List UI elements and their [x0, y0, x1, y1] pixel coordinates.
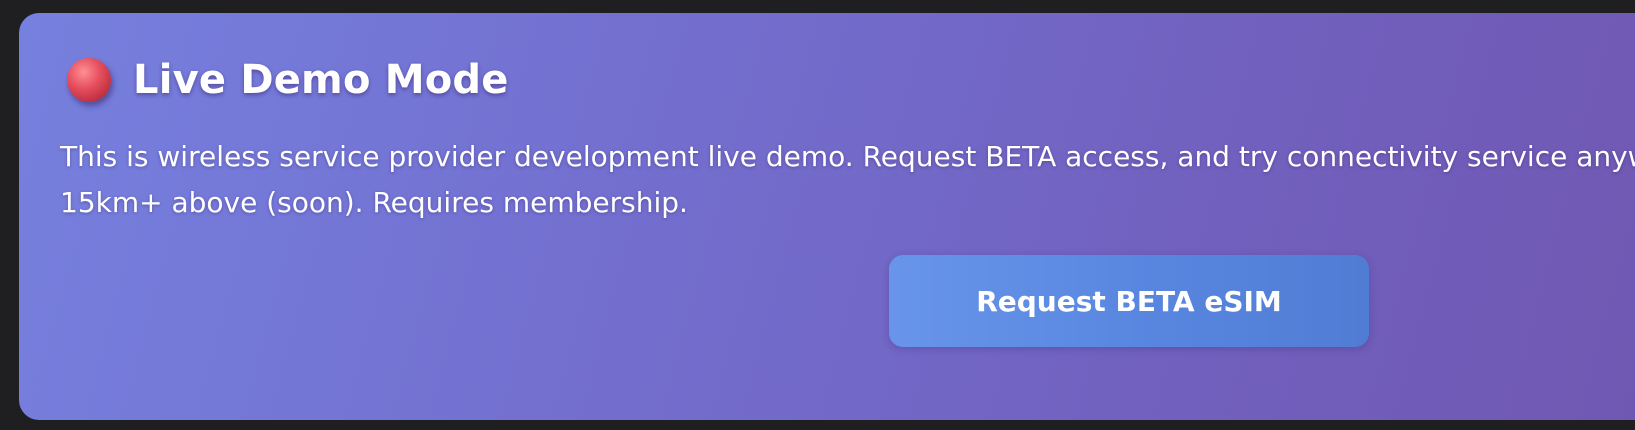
live-demo-banner: Live Demo Mode This is wireless service …: [19, 13, 1635, 420]
banner-description-line-1: This is wireless service provider develo…: [60, 140, 1635, 173]
request-beta-esim-button[interactable]: Request BETA eSIM: [889, 255, 1369, 347]
red-status-dot-icon: [67, 58, 111, 102]
banner-description-line-2: 15km+ above (soon). Requires membership.: [60, 186, 688, 219]
banner-title: Live Demo Mode: [133, 57, 509, 103]
banner-header: Live Demo Mode: [67, 57, 509, 103]
banner-description: This is wireless service provider develo…: [60, 134, 1635, 226]
